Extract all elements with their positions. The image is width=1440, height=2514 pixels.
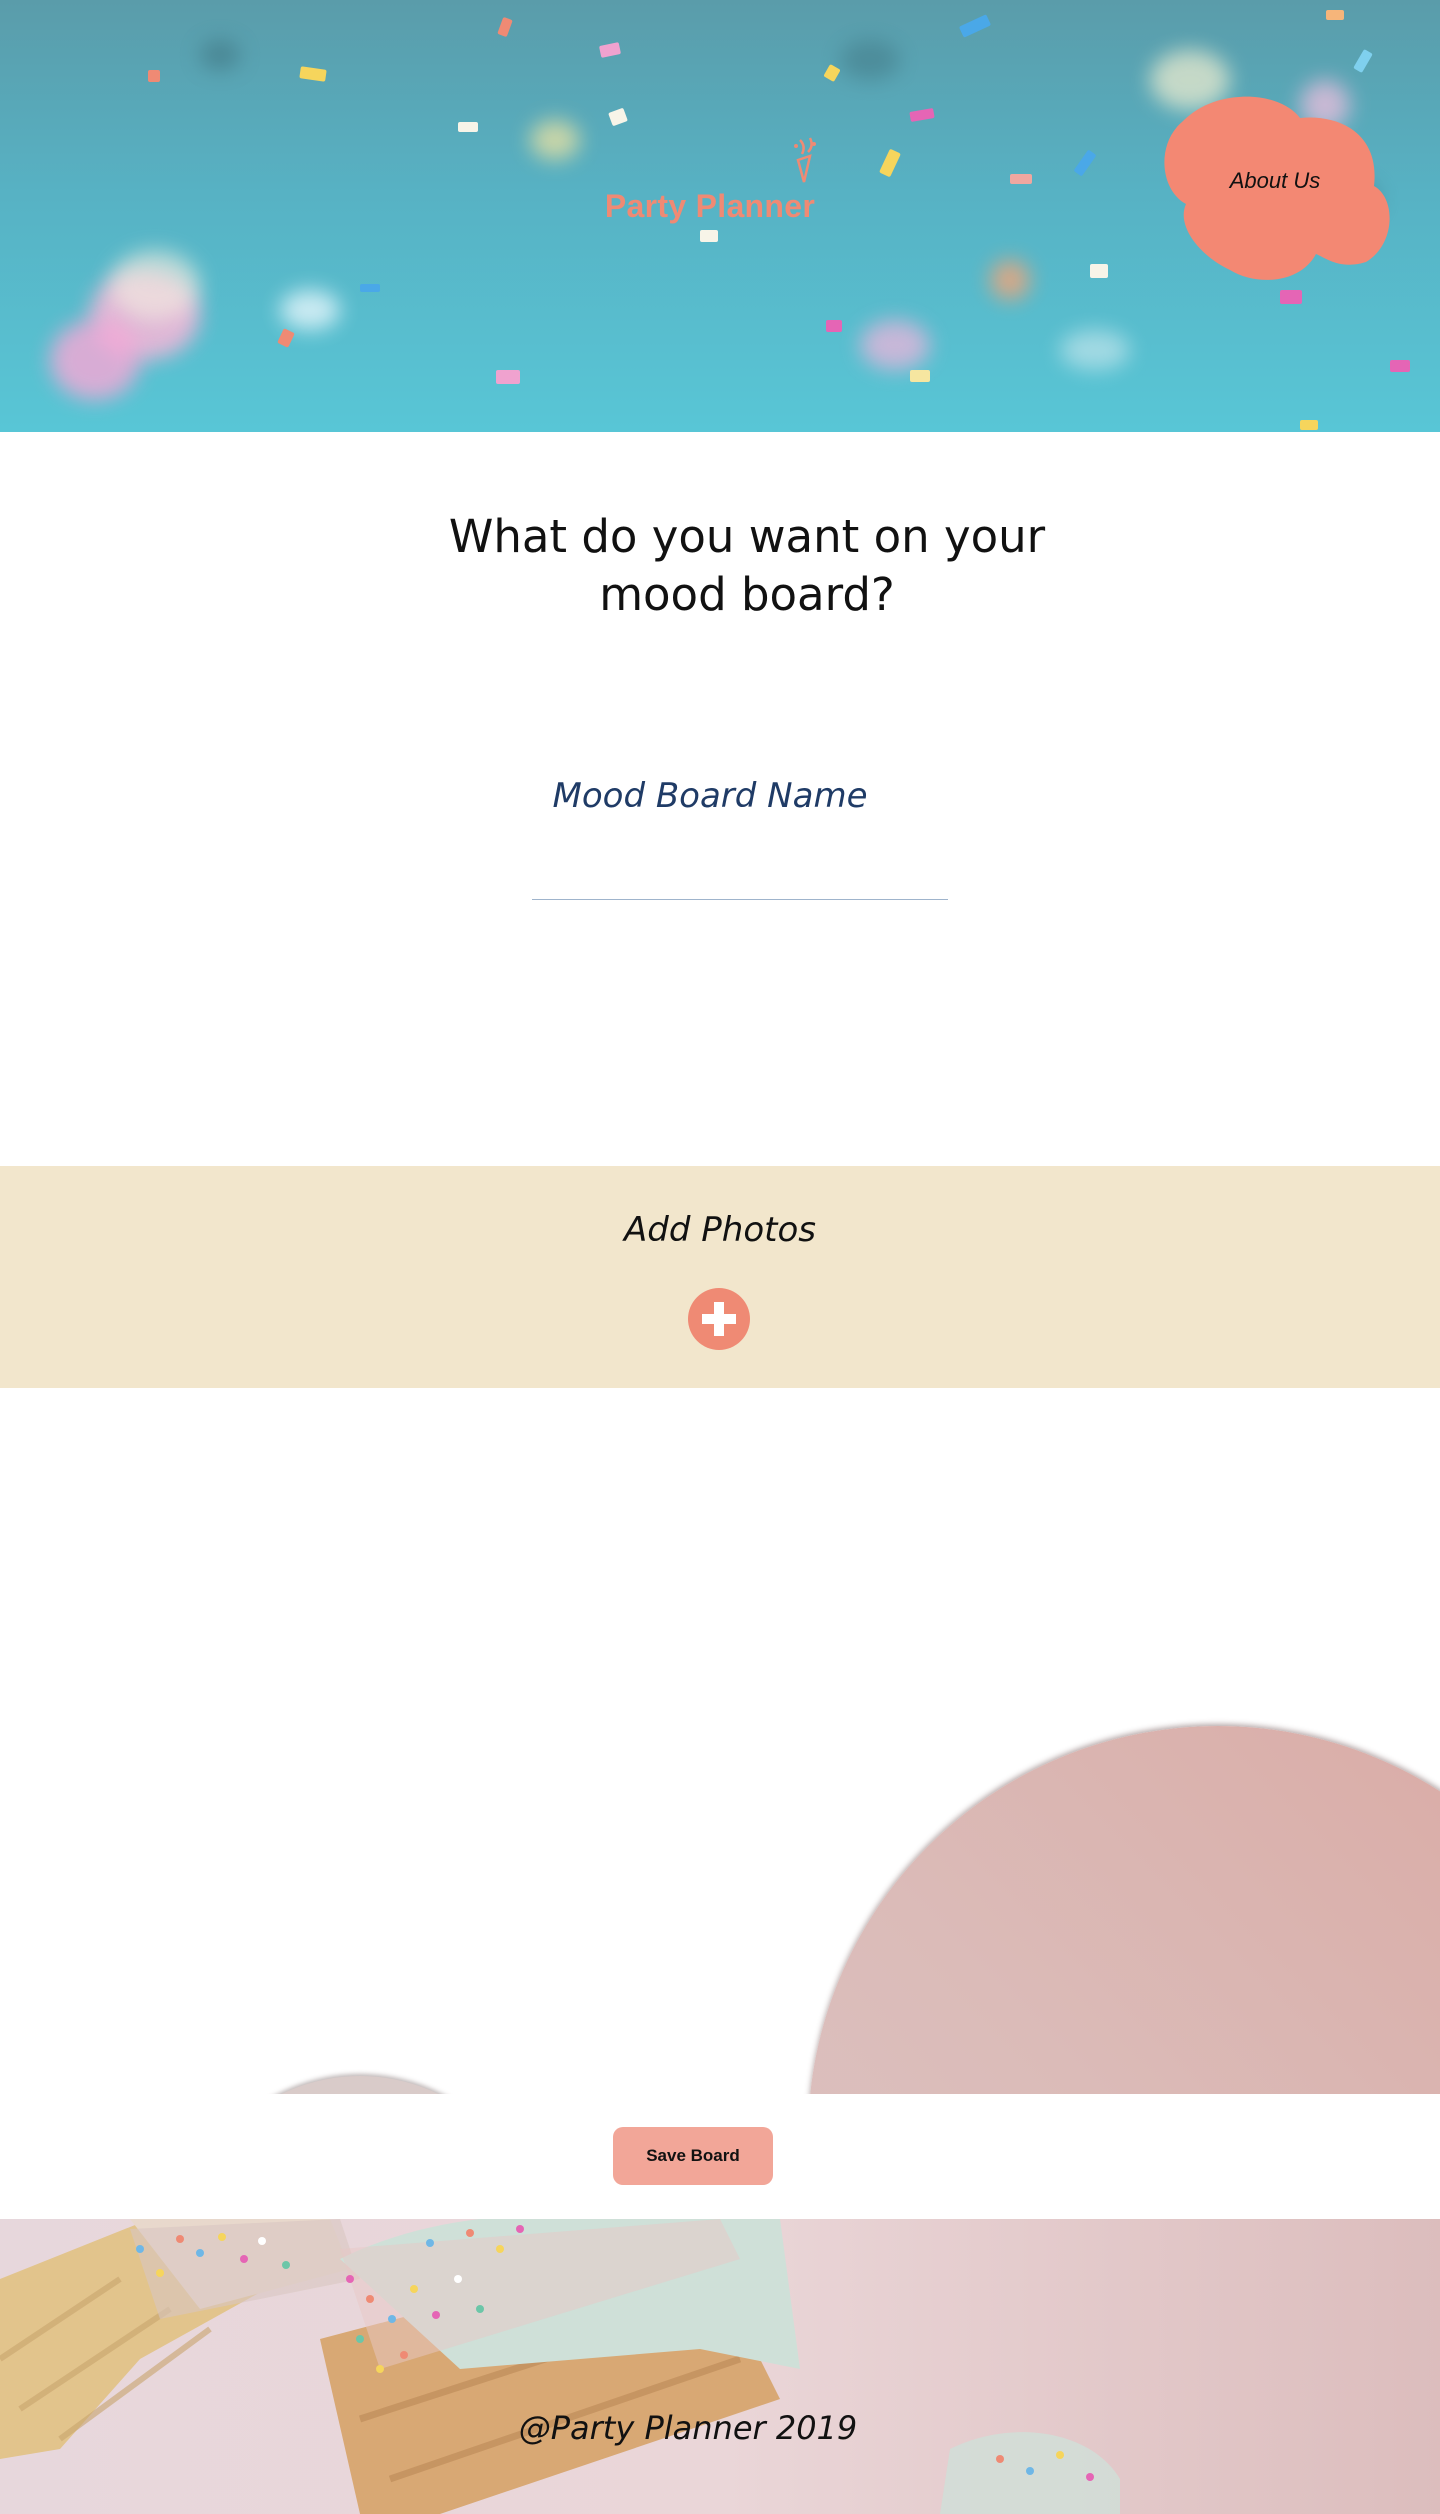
party-planner-logo[interactable]: Party Planner [590,134,830,234]
add-photos-section: Add Photos [0,1166,1440,1388]
logo-text: Party Planner [604,188,816,224]
about-us-button[interactable]: About Us [1160,94,1390,294]
confetti-piece [497,16,513,38]
confetti-piece [360,284,380,292]
confetti-piece [826,320,842,332]
board-name-input[interactable] [532,854,948,900]
about-us-label: About Us [1229,168,1321,193]
confetti-piece [458,122,478,132]
bokeh-light [1060,330,1130,370]
page-title-line1: What do you want on your [448,510,1046,563]
party-popper-icon [794,137,816,183]
confetti-piece [1353,48,1373,74]
bokeh-light [280,290,340,330]
decorative-circle-small [180,2076,540,2094]
bokeh-light [200,40,240,70]
plus-vertical-bar [714,1302,724,1336]
confetti-piece [148,70,160,82]
confetti-piece [823,63,841,83]
confetti-piece [277,328,295,348]
add-photos-label: Add Photos [624,1210,816,1250]
bokeh-light [110,250,200,320]
hero-banner: Party Planner About Us [0,0,1440,432]
save-board-button[interactable]: Save Board [613,2127,773,2185]
confetti-piece [1326,10,1344,20]
page-title: What do you want on your mood board? [400,508,1094,624]
confetti-piece [598,42,622,58]
decorative-circle-large [808,1726,1440,2094]
confetti-piece [1090,264,1108,278]
board-name-label: Mood Board Name [552,776,868,816]
bokeh-light [860,320,930,370]
confetti-piece [910,370,930,382]
confetti-piece [1390,360,1410,372]
confetti-piece [1300,420,1318,430]
page-title-line2: mood board? [599,568,895,621]
confetti-piece [879,148,901,178]
confetti-piece [299,66,327,82]
confetti-piece [496,370,520,384]
bokeh-light [530,120,580,160]
add-photo-button[interactable] [688,1288,750,1350]
confetti-piece [1010,174,1032,184]
footer: @Party Planner 2019 [0,2219,1440,2514]
bokeh-light [50,320,140,400]
decorative-circles [0,1388,1440,2094]
confetti-piece [909,107,935,123]
cupcakes-image [0,2219,1120,2514]
bokeh-light [990,260,1030,300]
footer-copyright: @Party Planner 2019 [518,2409,858,2447]
confetti-piece [1073,149,1097,177]
confetti-piece [608,107,628,127]
blob-shape [1164,96,1390,280]
confetti-piece [958,14,992,38]
bokeh-light [840,40,900,80]
